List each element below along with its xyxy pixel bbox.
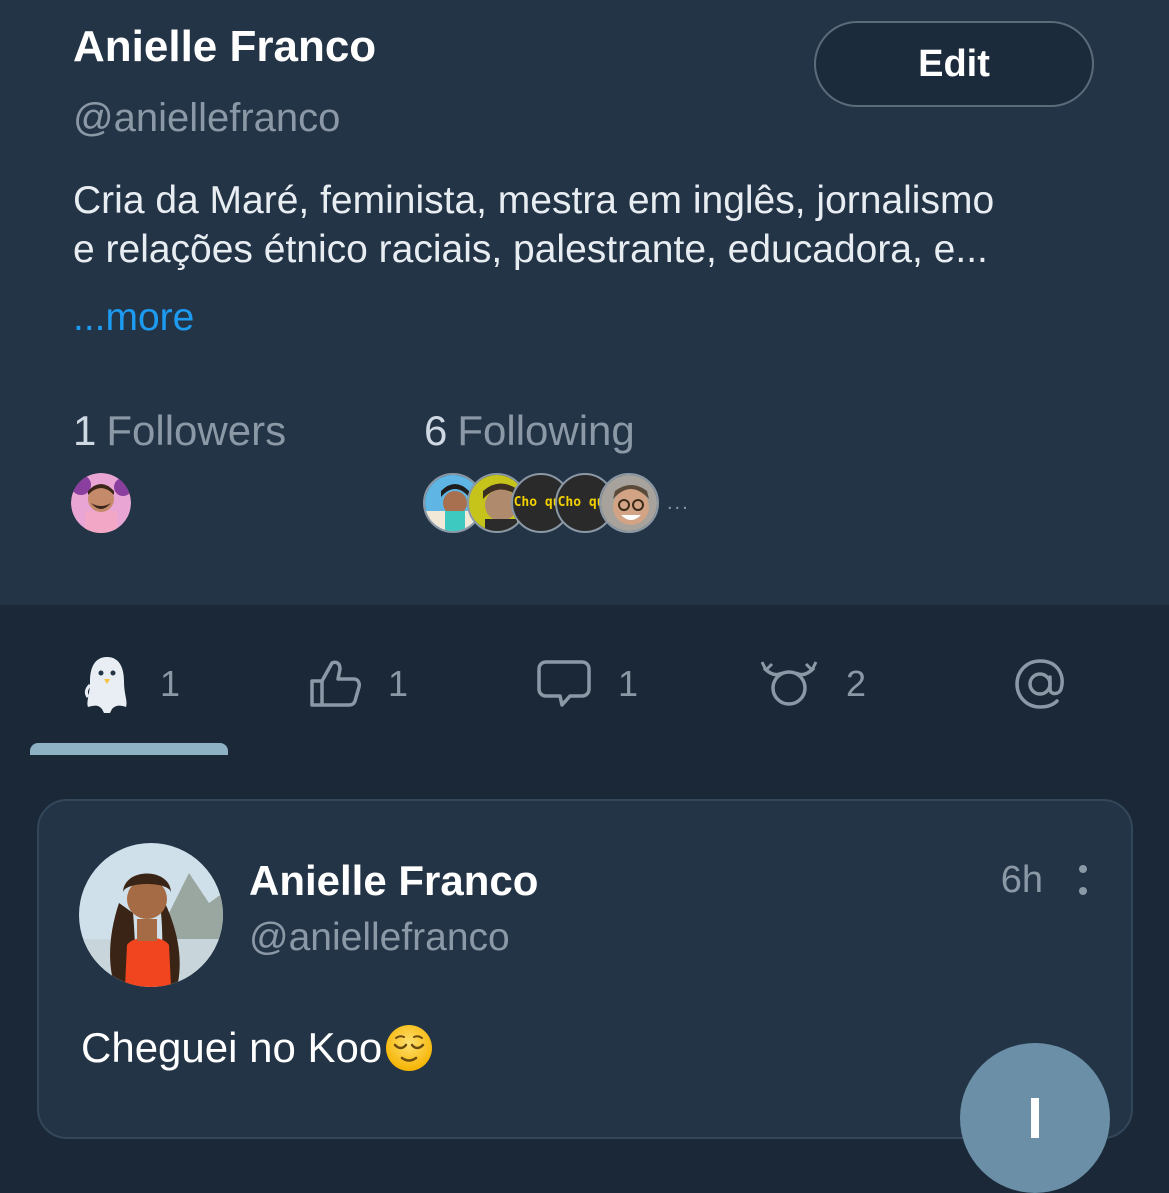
profile-tabs: 1 1 1 2 bbox=[0, 605, 1169, 755]
tab-comments-count: 1 bbox=[618, 663, 639, 704]
profile-name: Anielle Franco bbox=[73, 22, 377, 71]
thumbs-up-icon bbox=[308, 659, 362, 709]
relieved-face-icon bbox=[384, 1023, 434, 1073]
followers-count: 1 bbox=[73, 407, 97, 454]
tab-koos-count: 1 bbox=[160, 663, 181, 704]
tab-mentions[interactable] bbox=[1013, 649, 1067, 719]
following-label: Following bbox=[457, 407, 635, 454]
following-count: 6 bbox=[424, 407, 448, 454]
koo-bird-icon bbox=[84, 655, 130, 713]
post-timestamp: 6h bbox=[1000, 859, 1043, 901]
tab-koos[interactable]: 1 bbox=[84, 649, 180, 719]
post-author-handle: @aniellefranco bbox=[249, 916, 510, 959]
edit-profile-button[interactable]: Edit bbox=[814, 21, 1094, 107]
followers-stat[interactable]: 1 Followers bbox=[73, 407, 286, 455]
create-koo-button[interactable] bbox=[960, 1043, 1110, 1193]
tab-likes-count: 1 bbox=[388, 663, 409, 704]
tab-likes[interactable]: 1 bbox=[308, 649, 408, 719]
following-more-indicator: ... bbox=[667, 491, 690, 514]
profile-handle: @aniellefranco bbox=[73, 96, 341, 140]
post-options-icon[interactable] bbox=[1077, 863, 1089, 899]
profile-bio: Cria da Maré, feminista, mestra em inglê… bbox=[73, 176, 1113, 274]
followers-avatars[interactable] bbox=[71, 472, 131, 534]
post-author-name[interactable]: Anielle Franco bbox=[249, 857, 538, 905]
active-tab-indicator bbox=[30, 743, 228, 755]
tab-rekoos-count: 2 bbox=[846, 663, 867, 704]
plus-icon bbox=[1031, 1098, 1039, 1138]
post-text-content: Cheguei no Koo bbox=[81, 1024, 383, 1071]
bio-more-link[interactable]: ...more bbox=[73, 296, 194, 340]
following-avatars[interactable]: Cho que Cho que ... bbox=[423, 472, 690, 534]
comment-icon bbox=[536, 659, 592, 709]
following-avatar bbox=[599, 473, 659, 533]
profile-header: Anielle Franco @aniellefranco Edit Cria … bbox=[0, 0, 1169, 605]
mention-icon bbox=[1013, 657, 1067, 711]
bio-line: e relações étnico raciais, palestrante, … bbox=[73, 228, 988, 271]
following-stat[interactable]: 6 Following bbox=[424, 407, 635, 455]
tab-rekoos[interactable]: 2 bbox=[760, 649, 866, 719]
followers-label: Followers bbox=[106, 407, 287, 454]
rekoo-icon bbox=[760, 658, 818, 710]
post-text: Cheguei no Koo bbox=[81, 1023, 434, 1073]
follower-avatar bbox=[71, 473, 131, 533]
bio-line: Cria da Maré, feminista, mestra em inglê… bbox=[73, 179, 995, 222]
post-author-avatar[interactable] bbox=[79, 843, 223, 987]
tab-comments[interactable]: 1 bbox=[536, 649, 638, 719]
